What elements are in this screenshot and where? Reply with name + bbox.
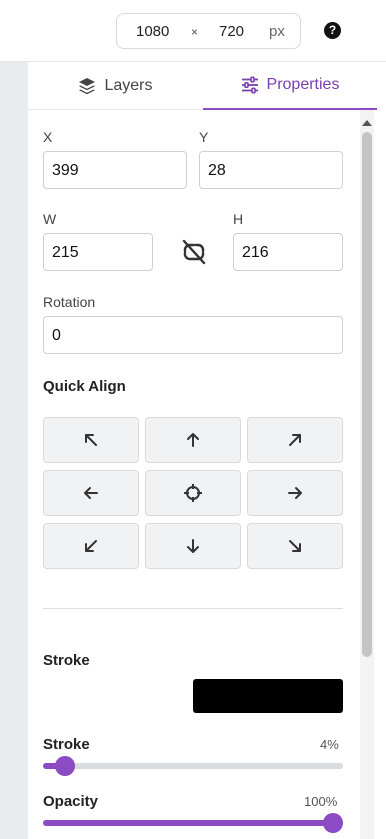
arrow-up-right-icon — [289, 434, 301, 446]
arrow-up-icon — [187, 433, 199, 447]
align-center-button[interactable] — [145, 470, 241, 516]
sliders-icon — [241, 76, 258, 94]
tab-properties[interactable]: Properties — [203, 62, 377, 110]
opacity-label: Opacity — [43, 793, 99, 810]
y-input[interactable]: 28 — [199, 151, 343, 189]
quick-align-heading: Quick Align — [43, 378, 126, 395]
align-right-button[interactable] — [247, 470, 343, 516]
stroke-width-label: Stroke — [43, 736, 90, 753]
scrollbar-thumb[interactable] — [362, 132, 372, 657]
stroke-width-thumb[interactable] — [55, 756, 75, 776]
w-input[interactable]: 215 — [43, 233, 153, 271]
top-bar: 1080 × 720 px ? — [0, 0, 386, 62]
y-label: Y — [199, 129, 209, 145]
arrow-down-icon — [187, 539, 199, 553]
align-bottom-button[interactable] — [145, 523, 241, 569]
opacity-value: 100% — [304, 794, 338, 809]
canvas-size-box[interactable]: 1080 × 720 px — [116, 13, 301, 49]
stroke-width-slider[interactable] — [43, 763, 343, 769]
stroke-color-swatch[interactable] — [193, 679, 343, 713]
align-top-right-button[interactable] — [247, 417, 343, 463]
canvas-width-value[interactable]: 1080 — [136, 23, 169, 40]
align-bottom-right-button[interactable] — [247, 523, 343, 569]
tab-layers[interactable]: Layers — [28, 62, 203, 110]
tab-layers-label: Layers — [104, 77, 153, 94]
canvas-area-edge — [0, 62, 28, 839]
tab-properties-label: Properties — [266, 76, 340, 93]
h-input[interactable]: 216 — [233, 233, 343, 271]
opacity-thumb[interactable] — [323, 813, 343, 833]
stroke-color-label: Stroke — [43, 652, 90, 669]
align-top-button[interactable] — [145, 417, 241, 463]
align-left-button[interactable] — [43, 470, 139, 516]
h-label: H — [233, 211, 244, 227]
rotation-label: Rotation — [43, 294, 96, 310]
w-label: W — [43, 211, 57, 227]
align-top-left-button[interactable] — [43, 417, 139, 463]
section-divider — [43, 608, 343, 609]
unit-label: px — [269, 23, 285, 40]
arrow-up-left-icon — [85, 434, 97, 446]
arrow-left-icon — [84, 487, 98, 499]
scroll-up-icon[interactable] — [361, 115, 373, 133]
times-symbol: × — [191, 25, 199, 39]
arrow-down-left-icon — [85, 540, 97, 552]
unlink-icon[interactable] — [177, 234, 211, 273]
stroke-width-value: 4% — [320, 737, 339, 752]
canvas-height-value[interactable]: 720 — [219, 23, 244, 40]
panel-tabs: Layers Properties — [28, 62, 377, 110]
rotation-input[interactable]: 0 — [43, 316, 343, 354]
crosshair-icon — [184, 484, 202, 502]
arrow-right-icon — [288, 487, 302, 499]
arrow-down-right-icon — [289, 540, 301, 552]
layers-icon — [79, 78, 96, 95]
align-bottom-left-button[interactable] — [43, 523, 139, 569]
question-circle-icon[interactable]: ? — [324, 22, 341, 39]
properties-panel: Layers Properties X Y 399 28 W H 215 216… — [28, 62, 377, 839]
x-input[interactable]: 399 — [43, 151, 187, 189]
x-label: X — [43, 129, 53, 145]
opacity-fill — [43, 820, 343, 826]
